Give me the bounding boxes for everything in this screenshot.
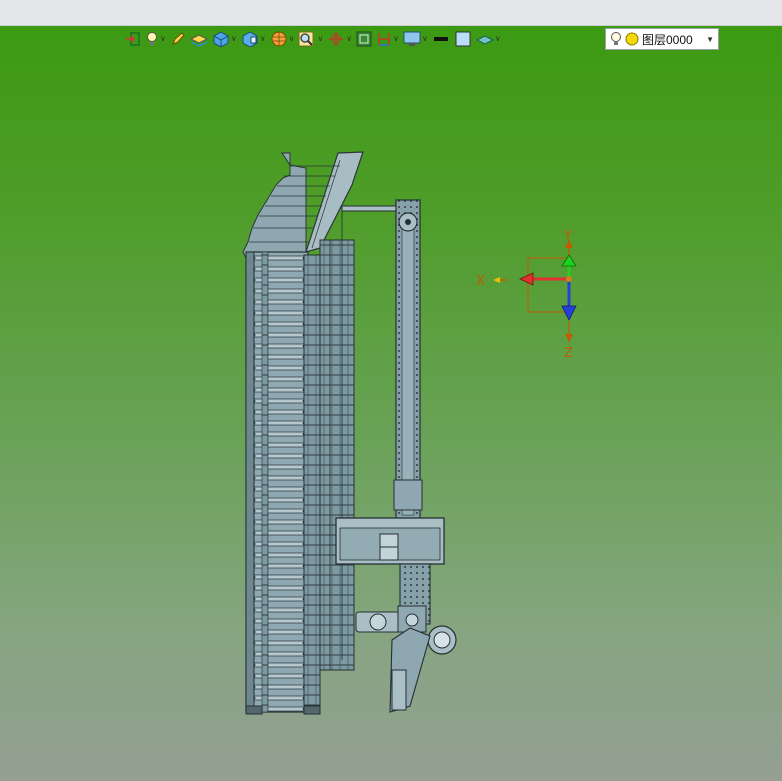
- sheet-stack-button[interactable]: [189, 29, 209, 49]
- dropdown-arrow-icon: ▼: [706, 34, 714, 44]
- pencil-button[interactable]: [169, 29, 187, 49]
- lift-carriage: [335, 517, 445, 565]
- chevron-down-icon: ∨: [259, 34, 266, 43]
- measure-button[interactable]: ∨: [375, 29, 400, 49]
- display-button[interactable]: ∨: [402, 29, 429, 49]
- chevron-down-icon: ∨: [494, 34, 501, 43]
- line-color-button[interactable]: [431, 29, 451, 49]
- light-bulb-button[interactable]: ∨: [144, 29, 167, 49]
- section-cube-icon: [242, 31, 258, 47]
- chevron-down-icon: ∨: [317, 34, 324, 43]
- layer-select[interactable]: 图层0000 ▼: [605, 28, 719, 50]
- fill-color-button[interactable]: [453, 29, 473, 49]
- grid-frame-button[interactable]: [355, 29, 373, 49]
- chevron-down-icon: ∨: [346, 34, 353, 43]
- triad-x-label: X: [476, 274, 485, 289]
- triad-y-label: Y: [563, 229, 572, 244]
- rotate-pan-button[interactable]: ∨: [326, 29, 353, 49]
- exit-view-button[interactable]: [124, 29, 142, 49]
- layer-select-value: 图层0000: [642, 32, 693, 47]
- pencil-icon: [171, 32, 185, 45]
- triad-z-label: Z: [564, 346, 573, 361]
- sheet-stack-icon: [189, 34, 208, 47]
- cube-view-icon: [213, 31, 229, 47]
- chevron-down-icon: ∨: [160, 34, 166, 43]
- section-cube-button[interactable]: ∨: [240, 29, 267, 49]
- line-color-icon: [433, 37, 448, 41]
- title-bar: [0, 0, 782, 26]
- view-toolbar: ∨ ∨ ∨ ∨ ∨ ∨ ∨ ∨ ∨: [124, 28, 502, 50]
- render-ball-button[interactable]: ∨: [269, 29, 296, 49]
- 3d-viewport[interactable]: Y X Z: [0, 26, 782, 781]
- render-ball-icon: [271, 31, 287, 47]
- yellow-sun-icon: [625, 32, 639, 46]
- cube-view-button[interactable]: ∨: [211, 29, 238, 49]
- light-bulb-icon: [147, 32, 157, 45]
- lift-column: [393, 199, 423, 521]
- layer-plane-icon: [475, 35, 494, 45]
- zoom-magnifier-icon: [298, 31, 314, 47]
- chevron-down-icon: ∨: [393, 34, 400, 43]
- coordinate-triad: Y X Z: [476, 229, 577, 361]
- grid-frame-icon: [356, 31, 372, 47]
- exit-view-icon: [126, 32, 140, 46]
- rotate-pan-icon: [329, 32, 344, 46]
- zoom-button[interactable]: ∨: [297, 29, 324, 49]
- top-guide-rail: [305, 151, 364, 253]
- chevron-down-icon: ∨: [288, 34, 295, 43]
- display-monitor-icon: [403, 31, 421, 46]
- measure-icon: [378, 33, 390, 46]
- top-crossbar: [341, 205, 401, 212]
- layer-plane-button[interactable]: ∨: [475, 29, 502, 49]
- chevron-down-icon: ∨: [422, 34, 428, 43]
- drive-unit: [355, 563, 457, 713]
- rack-frame: [245, 210, 355, 715]
- light-bulb-icon: [611, 32, 621, 45]
- cad-model[interactable]: Y X Z: [0, 26, 782, 781]
- fill-color-icon: [455, 31, 471, 47]
- chevron-down-icon: ∨: [230, 34, 237, 43]
